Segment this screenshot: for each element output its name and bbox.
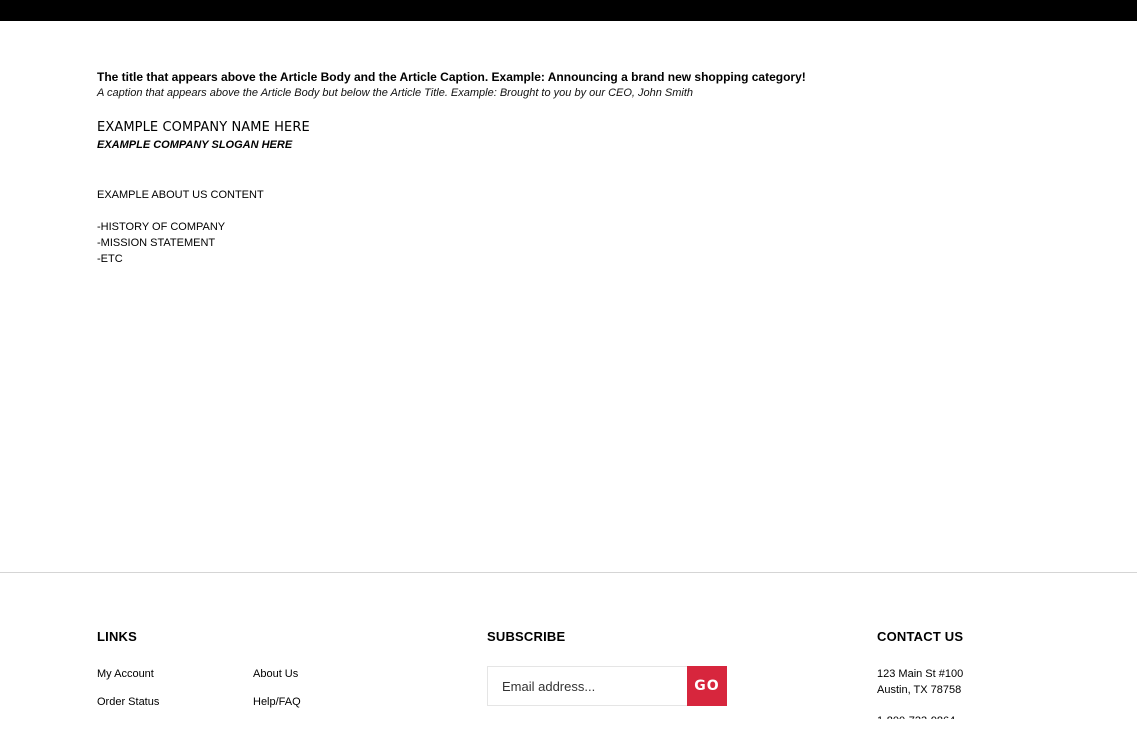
article-caption: A caption that appears above the Article… bbox=[97, 87, 694, 99]
contact-heading: CONTACT US bbox=[877, 629, 964, 644]
subscribe-form: GO bbox=[487, 666, 727, 706]
address-line-1: 123 Main St #100 bbox=[877, 668, 964, 680]
email-input[interactable] bbox=[487, 666, 687, 706]
article-title: The title that appears above the Article… bbox=[97, 70, 806, 84]
links-heading: LINKS bbox=[97, 629, 137, 644]
order-status-link[interactable]: Order Status bbox=[97, 695, 159, 709]
site-footer: LINKS My Account About Us Order Status H… bbox=[0, 572, 1137, 719]
company-name: EXAMPLE COMPANY NAME HERE bbox=[97, 120, 310, 135]
top-bar bbox=[0, 0, 1137, 21]
history-item: -HISTORY OF COMPANY bbox=[97, 221, 226, 233]
help-faq-link[interactable]: Help/FAQ bbox=[253, 695, 301, 709]
subscribe-heading: SUBSCRIBE bbox=[487, 629, 566, 644]
my-account-link[interactable]: My Account bbox=[97, 667, 154, 681]
about-us-spacer bbox=[97, 203, 264, 219]
contact-address: 123 Main St #100 Austin, TX 78758 bbox=[877, 666, 963, 698]
subscribe-go-button[interactable]: GO bbox=[687, 666, 727, 706]
about-us-link[interactable]: About Us bbox=[253, 667, 298, 681]
mission-item: -MISSION STATEMENT bbox=[97, 237, 216, 249]
address-line-2: Austin, TX 78758 bbox=[877, 684, 962, 696]
company-slogan: EXAMPLE COMPANY SLOGAN HERE bbox=[97, 139, 293, 151]
about-us-line: EXAMPLE ABOUT US CONTENT bbox=[97, 189, 264, 201]
about-us-content: EXAMPLE ABOUT US CONTENT -HISTORY OF COM… bbox=[97, 187, 264, 267]
contact-phone: 1-800-723-9864 bbox=[877, 715, 956, 727]
article-content: The title that appears above the Article… bbox=[97, 70, 1047, 265]
etc-item: -ETC bbox=[97, 253, 123, 265]
